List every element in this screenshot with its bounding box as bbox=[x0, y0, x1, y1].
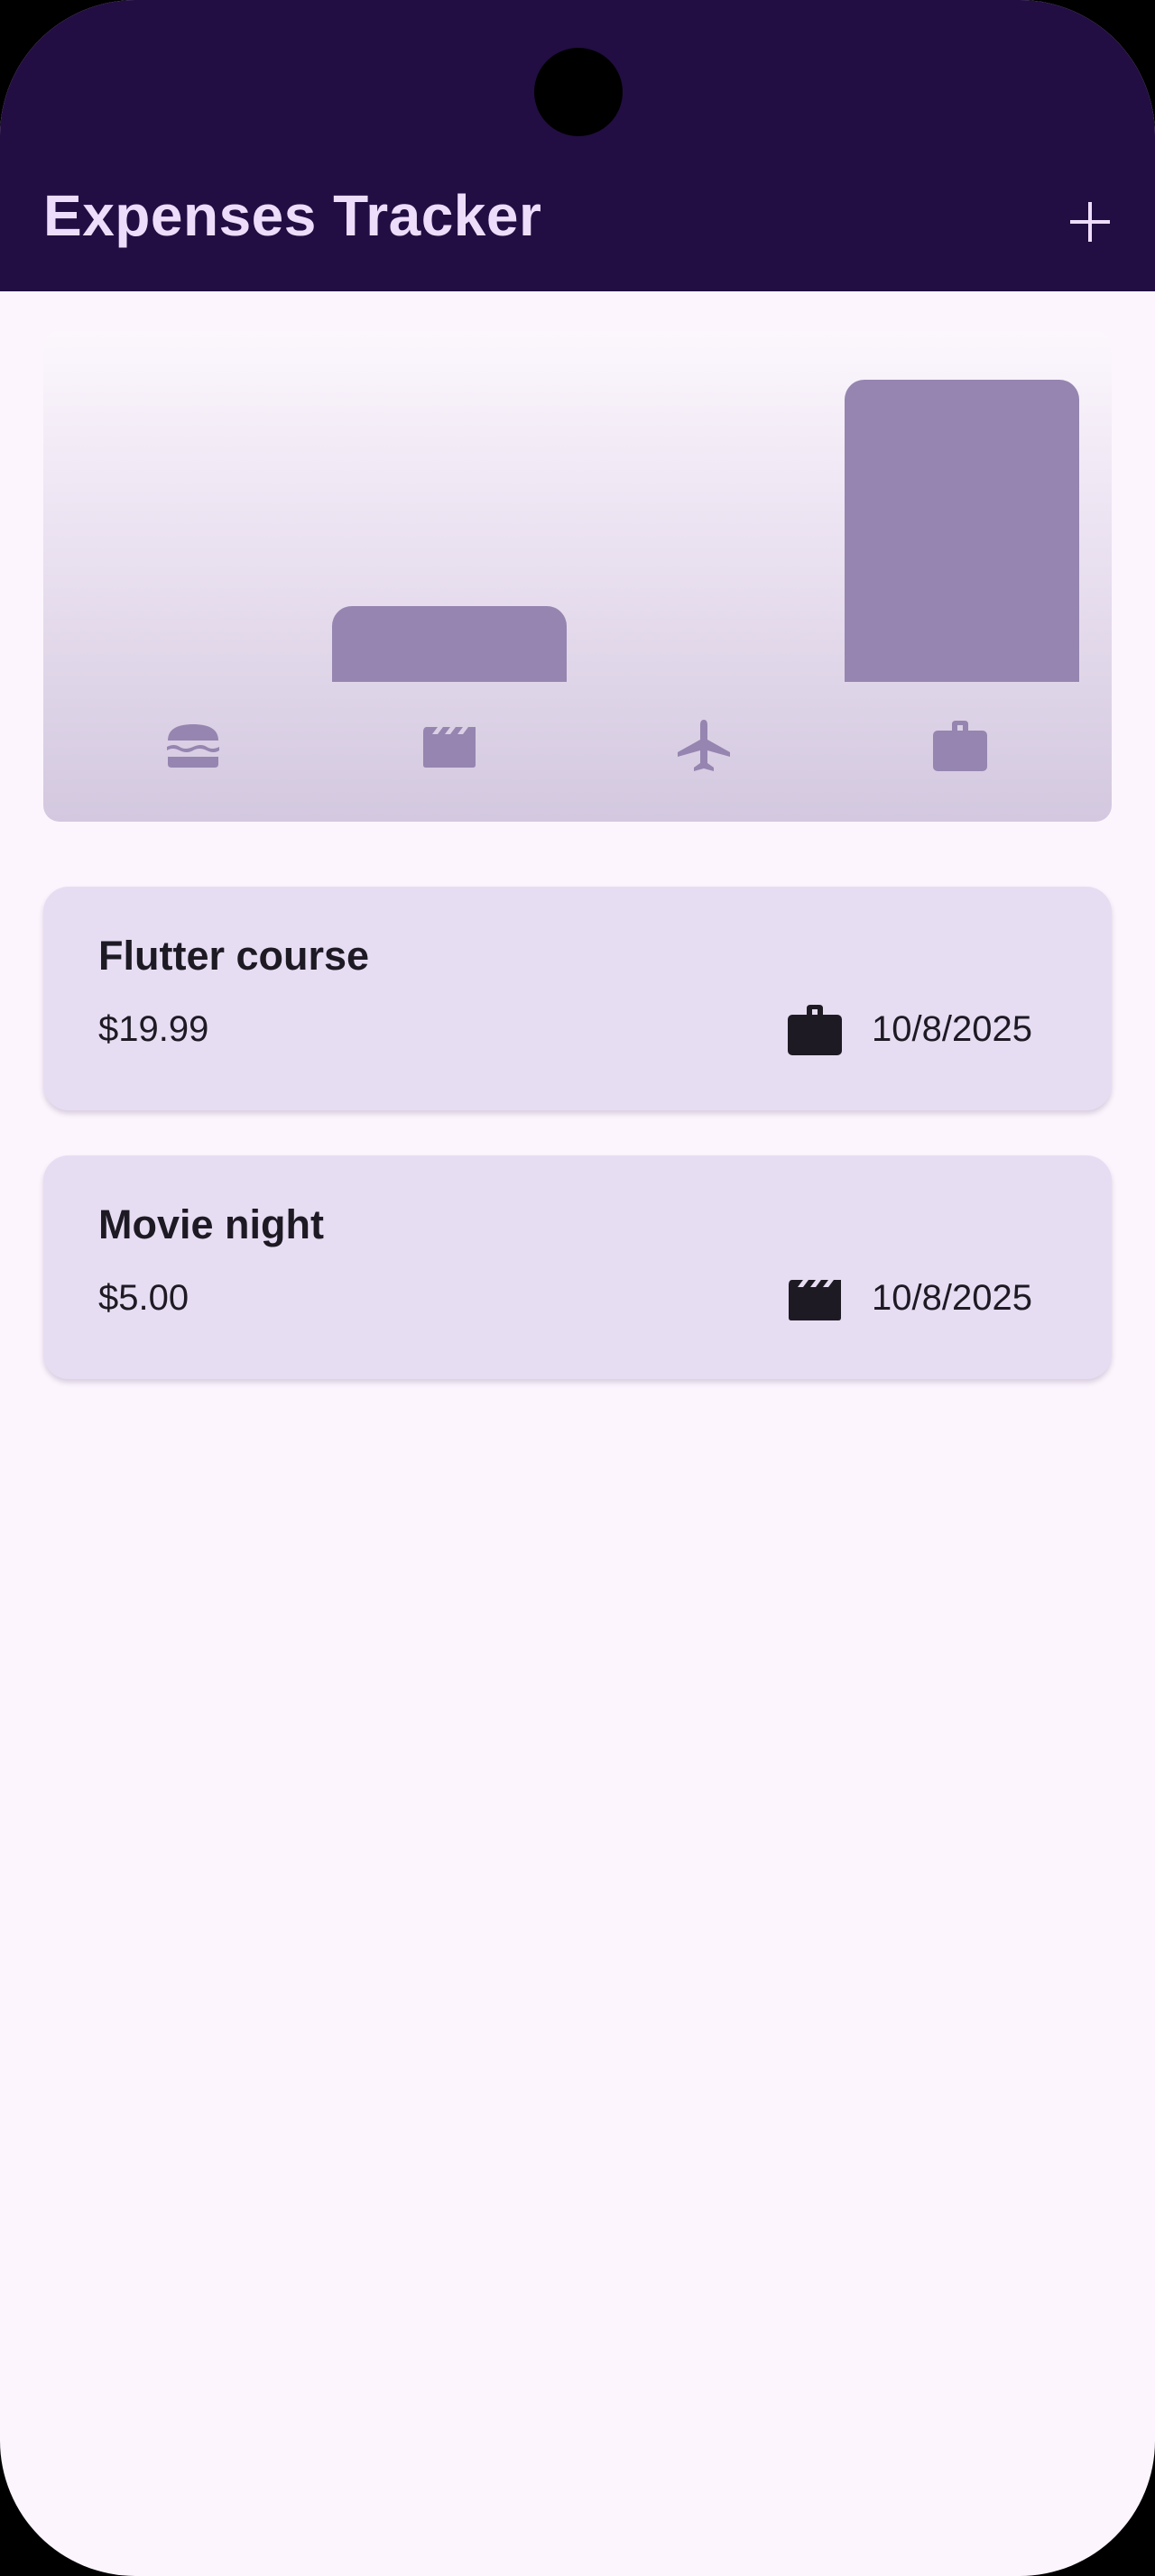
expense-amount: $5.00 bbox=[98, 1278, 189, 1318]
camera-cutout bbox=[534, 48, 623, 136]
briefcase-icon bbox=[787, 1002, 843, 1058]
expense-amount: $19.99 bbox=[98, 1009, 209, 1049]
expense-title: Flutter course bbox=[98, 933, 370, 979]
expense-item[interactable]: Flutter course $19.99 10/8/2025 bbox=[43, 887, 1112, 1110]
movie-clapper-icon bbox=[418, 714, 481, 777]
expense-item[interactable]: Movie night $5.00 10/8/2025 bbox=[43, 1155, 1112, 1379]
chart-bar-leisure bbox=[332, 606, 567, 682]
plus-icon bbox=[1070, 202, 1110, 242]
expense-title: Movie night bbox=[98, 1201, 324, 1247]
expense-date: 10/8/2025 bbox=[872, 1278, 1032, 1318]
movie-clapper-icon bbox=[787, 1271, 843, 1327]
airplane-icon bbox=[672, 714, 735, 777]
app-title: Expenses Tracker bbox=[43, 183, 542, 248]
burger-icon bbox=[162, 714, 225, 777]
expenses-chart bbox=[43, 331, 1112, 822]
briefcase-icon bbox=[929, 714, 992, 777]
chart-bar-work bbox=[845, 380, 1079, 682]
app-bar: Expenses Tracker bbox=[0, 0, 1155, 291]
expense-date: 10/8/2025 bbox=[872, 1009, 1032, 1049]
add-expense-button[interactable] bbox=[1058, 189, 1123, 254]
app-screen: Expenses Tracker Flutter course $19.99 1… bbox=[0, 0, 1155, 2576]
